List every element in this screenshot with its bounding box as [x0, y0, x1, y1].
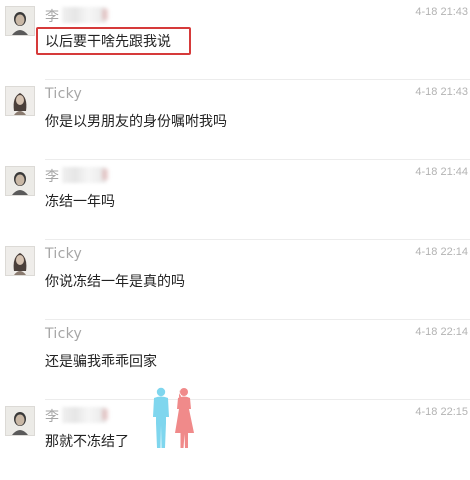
- message-text: 你说冻结一年是真的吗: [45, 274, 185, 290]
- chat-message: 李 4-18 21:44 冻结一年吗: [0, 160, 470, 240]
- couple-silhouette-icon: [153, 387, 194, 448]
- avatar[interactable]: [5, 406, 35, 436]
- male-avatar-icon: [6, 167, 34, 195]
- message-time: 4-18 22:15: [415, 406, 468, 418]
- name-redaction: [62, 407, 106, 423]
- message-time: 4-18 22:14: [415, 246, 468, 258]
- highlight-box: [36, 27, 191, 55]
- sender-name: Ticky: [45, 86, 83, 102]
- male-avatar-icon: [6, 7, 34, 35]
- female-avatar-icon: [6, 247, 34, 275]
- avatar[interactable]: [5, 246, 35, 276]
- message-text: 你是以男朋友的身份嘱咐我吗: [45, 114, 227, 130]
- message-text: 冻结一年吗: [45, 194, 115, 210]
- chat-message: Ticky 4-18 22:14 你说冻结一年是真的吗: [0, 240, 470, 320]
- male-avatar-icon: [6, 407, 34, 435]
- sender-name: 李: [45, 169, 60, 185]
- message-time: 4-18 22:14: [415, 326, 468, 338]
- avatar[interactable]: [5, 6, 35, 36]
- sender-name: Ticky: [45, 246, 83, 262]
- chat-message: Ticky 4-18 22:14 还是骗我乖乖回家: [0, 320, 470, 400]
- message-time: 4-18 21:43: [415, 86, 468, 98]
- message-time: 4-18 21:44: [415, 166, 468, 178]
- sender-name: Ticky: [45, 326, 83, 342]
- message-time: 4-18 21:43: [415, 6, 468, 18]
- sender-name: 李: [45, 409, 60, 425]
- message-text: 那就不冻结了: [45, 434, 129, 450]
- chat-message: 李 4-18 22:15 那就不冻结了: [0, 400, 470, 480]
- chat-history: 李 4-18 21:43 以后要干啥先跟我说 Ticky 4-18 21:43 …: [0, 0, 470, 473]
- name-redaction: [62, 7, 106, 23]
- sender-name: 李: [45, 9, 60, 25]
- female-avatar-icon: [6, 87, 34, 115]
- avatar[interactable]: [5, 166, 35, 196]
- message-text: 还是骗我乖乖回家: [45, 354, 157, 370]
- name-redaction: [62, 167, 106, 183]
- avatar[interactable]: [5, 86, 35, 116]
- chat-message: Ticky 4-18 21:43 你是以男朋友的身份嘱咐我吗: [0, 80, 470, 160]
